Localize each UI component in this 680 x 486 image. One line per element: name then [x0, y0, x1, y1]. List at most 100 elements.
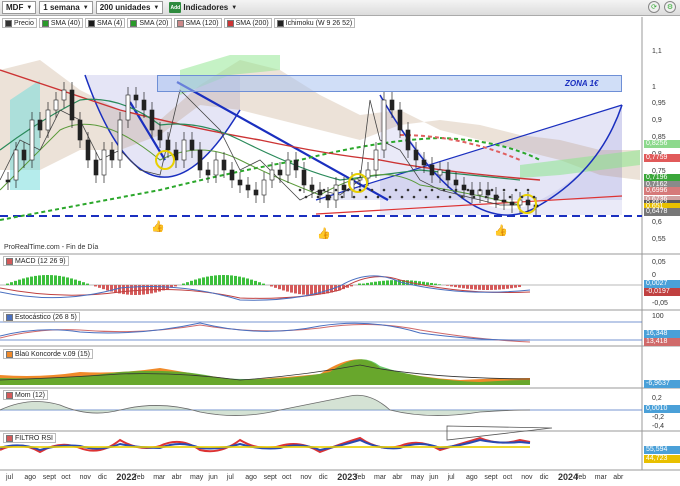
macd-bar: [506, 285, 509, 289]
price-tick: 1: [652, 84, 656, 91]
candle: [277, 169, 283, 176]
macd-bar: [246, 278, 249, 285]
candle: [405, 129, 411, 151]
rsi-triangle: [446, 425, 553, 441]
time-tick: abr: [171, 474, 182, 481]
candle: [37, 119, 43, 131]
mom-area: [0, 395, 530, 416]
candle: [61, 89, 67, 101]
rsi-legend[interactable]: FILTRO RSI: [3, 433, 56, 443]
macd-bar: [34, 275, 37, 285]
ichimoku-dot: [502, 188, 506, 192]
time-tick: sept: [263, 474, 277, 481]
rsi-label: FILTRO RSI: [15, 434, 53, 442]
stoch-line: [0, 322, 531, 341]
candle: [453, 179, 459, 186]
macd-bar: [322, 285, 325, 295]
ichimoku-dot: [322, 188, 326, 192]
macd-histogram: [6, 275, 521, 295]
macd-bar: [58, 275, 61, 285]
candle: [357, 177, 363, 181]
macd-bar: [86, 283, 89, 285]
macd-bar: [286, 285, 289, 292]
macd-bar: [30, 276, 33, 285]
macd-bar: [174, 285, 177, 287]
stoch-legend[interactable]: Estocástico (26 8 5): [3, 312, 80, 322]
macd-bar: [498, 285, 501, 290]
candle: [69, 89, 75, 121]
macd-bar: [470, 285, 473, 290]
ichimoku-dot: [400, 195, 404, 199]
macd-bar: [290, 285, 293, 293]
macd-bar: [510, 285, 513, 289]
macd-bar: [62, 276, 65, 285]
candle: [341, 184, 347, 191]
ichimoku-dot: [406, 188, 410, 192]
ichimoku-dot: [466, 188, 470, 192]
time-tick: 2023: [337, 472, 358, 482]
candle: [117, 119, 123, 161]
macd-bar: [122, 285, 125, 295]
candle: [157, 129, 163, 141]
stoch-label: Estocástico (26 8 5): [15, 313, 77, 321]
macd-bar: [38, 275, 41, 285]
macd-bar: [198, 278, 201, 285]
ichimoku-dot: [520, 195, 524, 199]
macd-bar: [106, 285, 109, 291]
macd-bar: [274, 285, 277, 288]
candle: [317, 189, 323, 196]
macd-bar: [426, 282, 429, 285]
macd-signal-line: [0, 276, 531, 299]
rsi-swatch: [6, 434, 13, 442]
candle: [381, 99, 387, 151]
time-tick: sept: [484, 474, 498, 481]
macd-bar: [362, 283, 365, 285]
macd-bar: [454, 285, 457, 288]
main-chart[interactable]: [0, 0, 680, 486]
macd-bar: [310, 285, 313, 295]
macd-bar: [234, 275, 237, 285]
macd-bar: [490, 285, 493, 290]
macd-bar: [186, 282, 189, 285]
macd-bar: [278, 285, 281, 290]
time-tick: oct: [282, 474, 292, 481]
ichimoku-dot: [484, 195, 488, 199]
candle: [213, 159, 219, 176]
macd-bar: [486, 285, 489, 290]
macd-bar: [126, 285, 129, 295]
candle: [389, 99, 395, 111]
time-tick: feb: [134, 474, 145, 481]
time-tick: feb: [576, 474, 587, 481]
candle: [85, 139, 91, 161]
axis-tick: -0,4: [652, 423, 665, 430]
time-tick: jun: [208, 474, 218, 481]
macd-bar: [282, 285, 285, 291]
candle: [445, 169, 451, 181]
ichimoku-dot: [430, 188, 434, 192]
candle: [13, 149, 19, 181]
axis-tick: -0,2: [652, 414, 665, 421]
ichimoku-dot: [436, 195, 440, 199]
time-tick: nov: [300, 474, 312, 481]
thumbs-up-icon: 👍: [494, 225, 508, 237]
price-tick: 1,1: [652, 48, 662, 55]
candle: [269, 169, 275, 181]
macd-bar: [250, 279, 253, 285]
value-tag: 13,418: [644, 338, 680, 346]
time-tick: ago: [245, 474, 257, 481]
ichimoku-dot: [334, 188, 338, 192]
time-tick: jul: [6, 474, 14, 481]
macd-bar: [230, 275, 233, 285]
mom-legend[interactable]: Mom (12): [3, 390, 48, 400]
candle: [237, 179, 243, 186]
value-tag: 16,348: [644, 330, 680, 338]
value-tag: 0,0010: [644, 405, 680, 413]
macd-bar: [494, 285, 497, 290]
candle: [5, 179, 11, 183]
macd-legend[interactable]: MACD (12 26 9): [3, 256, 69, 266]
blau-label: Blaü Koncorde v.09 (15): [15, 350, 90, 358]
ichimoku-dot: [460, 195, 464, 199]
candle: [525, 199, 531, 206]
macd-bar: [42, 275, 45, 285]
blau-legend[interactable]: Blaü Koncorde v.09 (15): [3, 349, 93, 359]
